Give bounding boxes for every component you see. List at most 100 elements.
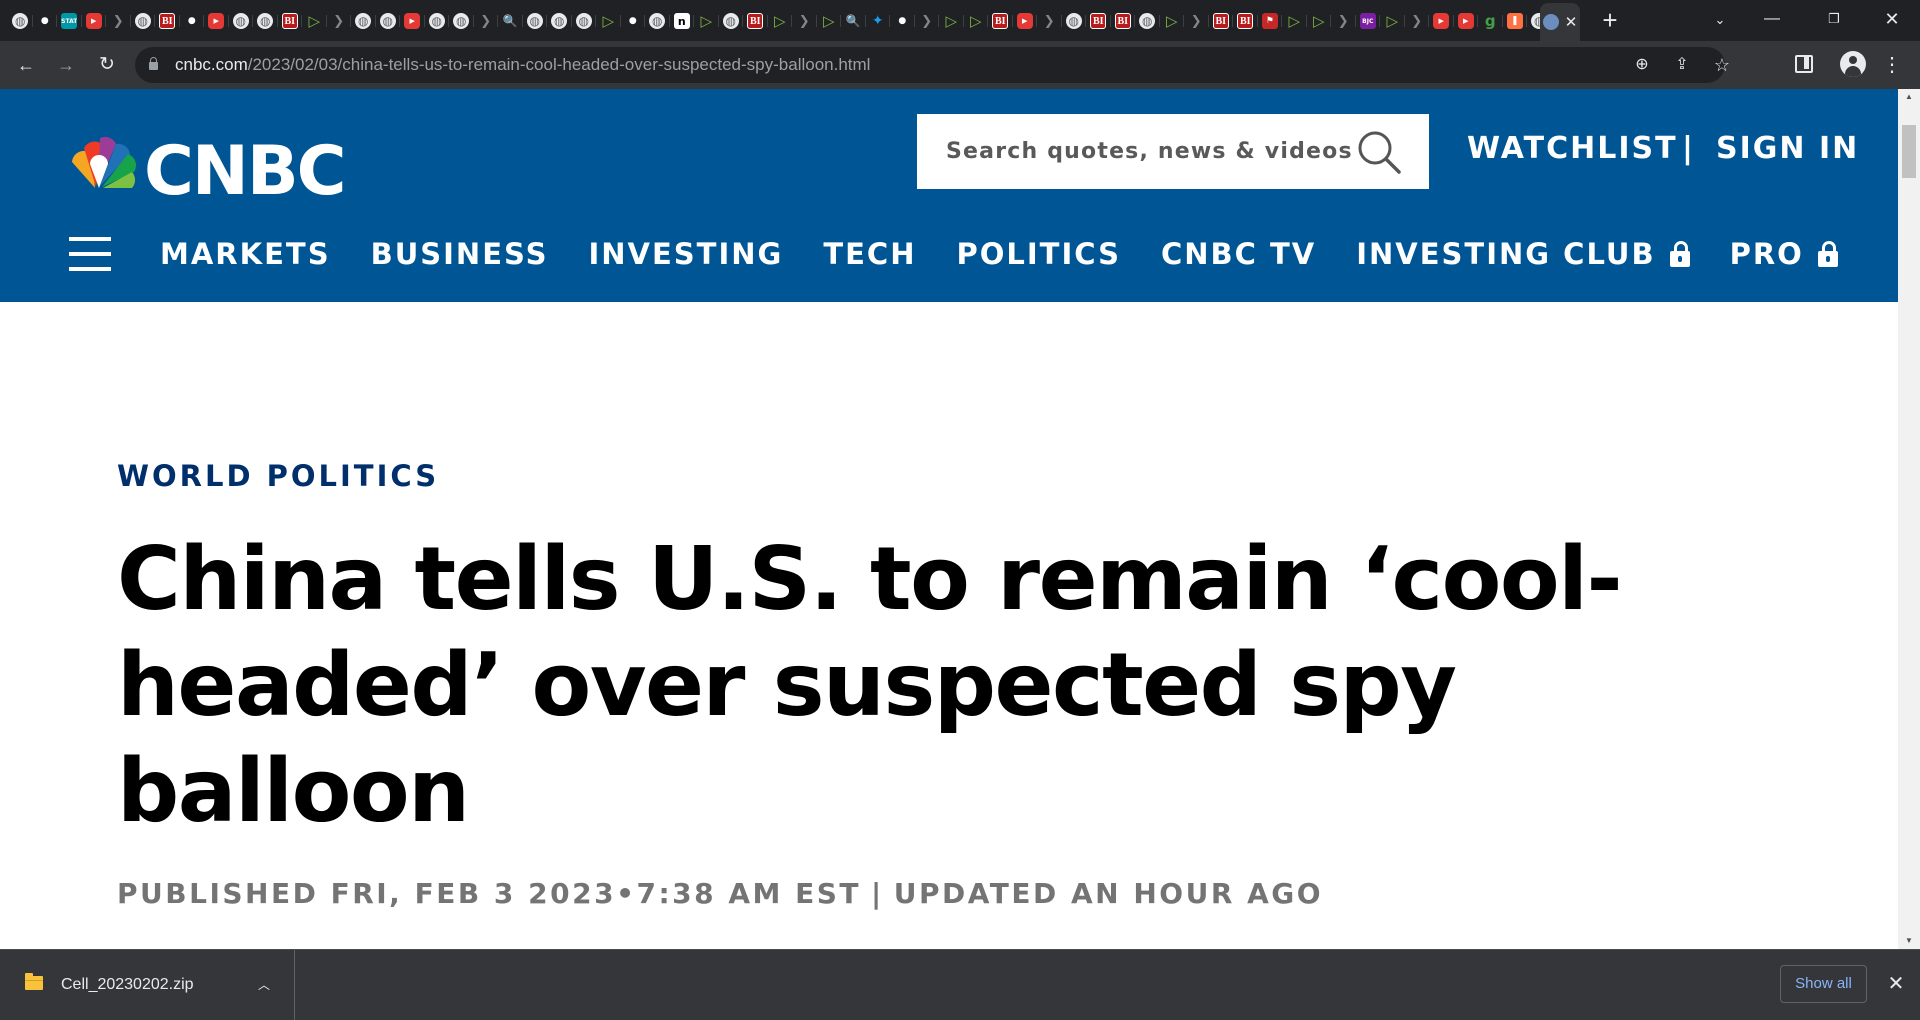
nav-item-business[interactable]: BUSINESS [371, 237, 549, 271]
browser-tab[interactable]: ❚ [1503, 7, 1528, 35]
tab-search-icon[interactable]: ⌄ [1706, 6, 1734, 34]
browser-tab[interactable]: ❯ [792, 7, 817, 35]
browser-tab[interactable]: n [670, 7, 695, 35]
nav-item-tech[interactable]: TECH [823, 237, 916, 271]
browser-tab[interactable]: ◍ [719, 7, 744, 35]
browser-tab[interactable]: ❯ [1037, 7, 1062, 35]
browser-tab[interactable]: ▷ [1282, 7, 1307, 35]
browser-tab[interactable]: ◍ [572, 7, 597, 35]
watchlist-link[interactable]: WATCHLIST [1467, 131, 1678, 171]
browser-tab[interactable]: ◍ [523, 7, 548, 35]
browser-tab[interactable]: ▷ [1380, 7, 1405, 35]
active-tab[interactable]: ✕ [1540, 3, 1580, 41]
browser-tab[interactable]: BJC [1356, 7, 1381, 35]
scroll-down-arrow-icon[interactable]: ▼ [1898, 933, 1920, 949]
browser-tab[interactable]: ◍ [376, 7, 401, 35]
browser-tab[interactable]: BI [1111, 7, 1136, 35]
zoom-icon[interactable]: ⊕ [1629, 53, 1655, 77]
browser-tab[interactable]: ▶ [400, 7, 425, 35]
browser-tab[interactable]: BI [1209, 7, 1234, 35]
browser-tab[interactable]: ❯ [327, 7, 352, 35]
minimize-window-icon[interactable]: — [1746, 0, 1798, 40]
browser-tab[interactable]: ◍ [645, 7, 670, 35]
browser-tab[interactable]: ▶ [1454, 7, 1479, 35]
chevron-up-icon[interactable]: ︿ [258, 950, 270, 1020]
nav-item-politics[interactable]: POLITICS [957, 237, 1121, 271]
browser-tab[interactable]: ▶ [204, 7, 229, 35]
browser-tab[interactable]: ● [890, 7, 915, 35]
search-icon[interactable] [1355, 128, 1403, 176]
browser-tab[interactable]: ▷ [1160, 7, 1185, 35]
browser-tab[interactable]: BI [278, 7, 303, 35]
browser-tab[interactable]: ◍ [1527, 7, 1540, 35]
forward-arrow-icon[interactable]: → [50, 50, 82, 80]
nav-item-cnbc-tv[interactable]: CNBC TV [1161, 237, 1316, 271]
browser-tab[interactable]: ▶ [1429, 7, 1454, 35]
section-label[interactable]: WORLD POLITICS [117, 459, 439, 493]
browser-tab[interactable]: ✦ [866, 7, 891, 35]
address-bar[interactable]: cnbc.com/2023/02/03/china-tells-us-to-re… [135, 47, 1730, 83]
scroll-thumb[interactable] [1902, 125, 1916, 178]
show-all-button[interactable]: Show all [1780, 965, 1867, 1003]
browser-tab[interactable]: ▷ [1307, 7, 1332, 35]
browser-tab[interactable]: ▷ [939, 7, 964, 35]
bookmark-star-icon[interactable]: ☆ [1709, 53, 1735, 77]
search-input[interactable] [917, 114, 1357, 189]
browser-tab[interactable]: ▷ [964, 7, 989, 35]
browser-tab[interactable]: ◍ [351, 7, 376, 35]
hamburger-menu-icon[interactable] [69, 237, 111, 271]
kebab-menu-icon[interactable]: ⋮ [1880, 50, 1904, 80]
browser-tab[interactable]: 🔍 [498, 7, 523, 35]
browser-tab[interactable]: ▷ [596, 7, 621, 35]
restore-window-icon[interactable]: ❐ [1808, 0, 1860, 40]
scroll-up-arrow-icon[interactable]: ▲ [1898, 89, 1920, 105]
browser-tab[interactable]: ❯ [1331, 7, 1356, 35]
browser-tab[interactable]: ◍ [1135, 7, 1160, 35]
reload-icon[interactable]: ↻ [91, 50, 123, 80]
browser-tab[interactable]: ◍ [8, 7, 33, 35]
browser-tab[interactable]: ▷ [694, 7, 719, 35]
new-tab-button[interactable]: + [1594, 4, 1626, 36]
nav-item-markets[interactable]: MARKETS [160, 237, 331, 271]
lock-icon[interactable] [149, 57, 158, 70]
browser-tab[interactable]: g [1478, 7, 1503, 35]
browser-tab[interactable]: ▷ [817, 7, 842, 35]
browser-tab[interactable]: ◍ [547, 7, 572, 35]
browser-tab[interactable]: BI [155, 7, 180, 35]
close-window-icon[interactable]: ✕ [1866, 0, 1918, 40]
browser-tab[interactable]: ◍ [1062, 7, 1087, 35]
browser-tab[interactable]: ▶ [82, 7, 107, 35]
browser-tab[interactable]: ▷ [768, 7, 793, 35]
sign-in-link[interactable]: SIGN IN [1716, 131, 1859, 171]
close-shelf-icon[interactable]: ✕ [1882, 964, 1910, 1004]
browser-tab[interactable]: ❯ [106, 7, 131, 35]
cnbc-logo[interactable]: CNBC [62, 124, 462, 204]
browser-tab[interactable]: ❯ [1405, 7, 1430, 35]
browser-tab[interactable]: STAT [57, 7, 82, 35]
download-item[interactable]: Cell_20230202.zip ︿ [0, 950, 295, 1020]
profile-avatar-icon[interactable] [1840, 51, 1866, 77]
share-icon[interactable]: ⇪ [1669, 53, 1695, 77]
browser-tab[interactable]: BI [988, 7, 1013, 35]
browser-tab[interactable]: BI [743, 7, 768, 35]
browser-tab[interactable]: ◍ [131, 7, 156, 35]
browser-tab[interactable]: ● [180, 7, 205, 35]
download-file-name[interactable]: Cell_20230202.zip [61, 950, 194, 1020]
nav-item-investing-club[interactable]: INVESTING CLUB [1356, 237, 1690, 271]
side-panel-icon[interactable] [1795, 54, 1813, 73]
browser-tab[interactable]: BI [1233, 7, 1258, 35]
browser-tab[interactable]: ● [33, 7, 58, 35]
back-arrow-icon[interactable]: ← [10, 50, 42, 80]
browser-tab[interactable]: ● [621, 7, 646, 35]
browser-tab[interactable]: ▶ [1013, 7, 1038, 35]
browser-tab[interactable]: 🔍 [841, 7, 866, 35]
page-scrollbar[interactable]: ▲ ▼ [1898, 89, 1920, 949]
nav-item-investing[interactable]: INVESTING [588, 237, 783, 271]
browser-tab[interactable]: ◍ [449, 7, 474, 35]
browser-tab[interactable]: ⚑ [1258, 7, 1283, 35]
browser-tab[interactable]: ▷ [302, 7, 327, 35]
nav-item-pro[interactable]: PRO [1730, 237, 1838, 271]
browser-tab[interactable]: ◍ [253, 7, 278, 35]
url-text[interactable]: cnbc.com/2023/02/03/china-tells-us-to-re… [175, 47, 870, 83]
browser-tab[interactable]: ◍ [229, 7, 254, 35]
